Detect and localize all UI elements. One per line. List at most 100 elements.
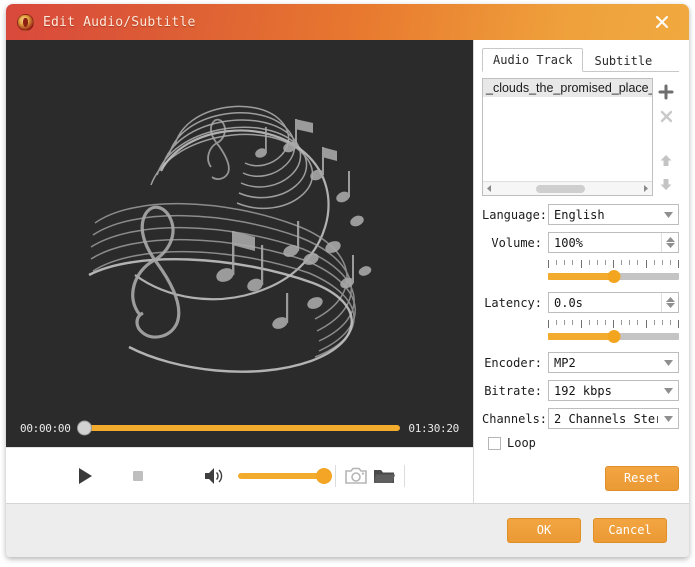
latency-spinner[interactable]: 0.0s xyxy=(548,292,679,313)
edit-audio-subtitle-dialog: Edit Audio/Subtitle 00:00:00 01:30:20 Au… xyxy=(6,4,689,557)
language-value: English xyxy=(554,207,605,222)
preview-pane: 00:00:00 01:30:20 xyxy=(6,40,474,503)
scroll-right-arrow[interactable] xyxy=(639,183,652,195)
latency-stepper[interactable] xyxy=(661,293,678,312)
encoder-select[interactable]: MP2 xyxy=(548,352,679,373)
window-title: Edit Audio/Subtitle xyxy=(43,14,196,30)
encoder-dropdown-arrow[interactable] xyxy=(658,359,678,366)
volume-slider-row xyxy=(482,260,679,284)
volume-icon xyxy=(204,467,223,484)
track-listbox[interactable]: _clouds_the_promised_place_ xyxy=(482,78,653,196)
reset-row: Reset xyxy=(482,466,679,503)
chevron-down-icon xyxy=(663,211,673,218)
chevron-down-icon xyxy=(663,387,673,394)
ok-button[interactable]: OK xyxy=(507,518,581,543)
latency-slider-ticks xyxy=(548,320,679,328)
stepper-up-icon xyxy=(665,237,675,242)
volume-slider-ticks xyxy=(548,260,679,268)
volume-range-slider[interactable] xyxy=(548,260,679,284)
volume-spinner[interactable]: 100% xyxy=(548,232,679,253)
divider xyxy=(404,464,405,487)
language-dropdown-arrow[interactable] xyxy=(658,211,678,218)
latency-range-slider[interactable] xyxy=(548,320,679,344)
stepper-down-icon xyxy=(665,243,675,248)
loop-label: Loop xyxy=(507,436,536,450)
timeline-bar: 00:00:00 01:30:20 xyxy=(6,409,473,447)
current-time-label: 00:00:00 xyxy=(20,421,71,435)
move-down-button[interactable] xyxy=(655,172,677,196)
cancel-button[interactable]: Cancel xyxy=(593,518,667,543)
move-up-button[interactable] xyxy=(655,148,677,172)
seek-slider[interactable] xyxy=(76,420,401,436)
close-button[interactable] xyxy=(643,4,681,40)
video-preview[interactable] xyxy=(6,40,473,409)
audio-settings-form: Language: English Volume: 100% Latency: … xyxy=(482,204,679,450)
horizontal-scrollbar[interactable] xyxy=(483,181,652,195)
scrollbar-trough[interactable] xyxy=(496,183,639,195)
scrollbar-thumb[interactable] xyxy=(536,184,585,193)
seek-rail xyxy=(78,425,401,431)
track-list-items: _clouds_the_promised_place_ xyxy=(483,79,652,181)
arrow-down-icon xyxy=(660,178,672,190)
latency-value[interactable]: 0.0s xyxy=(549,296,661,310)
tab-audio-track[interactable]: Audio Track xyxy=(482,48,584,72)
mute-button[interactable] xyxy=(200,461,229,491)
chevron-left-icon xyxy=(487,185,491,192)
channels-row: Channels: 2 Channels Stereo xyxy=(482,408,679,429)
app-logo-icon xyxy=(17,13,34,31)
volume-slider-handle[interactable] xyxy=(607,270,620,283)
camera-icon xyxy=(345,467,367,484)
volume-label: Volume: xyxy=(491,235,542,250)
chevron-right-icon xyxy=(644,185,648,192)
chevron-down-icon xyxy=(663,359,673,366)
tab-subtitle[interactable]: Subtitle xyxy=(583,49,663,72)
loop-row: Loop xyxy=(488,436,679,450)
list-item[interactable]: _clouds_the_promised_place_ xyxy=(483,79,652,97)
stepper-up-icon xyxy=(665,297,675,302)
arrow-up-icon xyxy=(660,154,672,166)
channels-dropdown-arrow[interactable] xyxy=(658,415,678,422)
bitrate-row: Bitrate: 192 kbps xyxy=(482,380,679,401)
track-list-actions xyxy=(653,78,679,196)
play-button[interactable] xyxy=(68,459,101,493)
tab-bar: Audio Track Subtitle xyxy=(482,48,679,72)
volume-slider-fill xyxy=(548,273,614,280)
volume-handle[interactable] xyxy=(316,467,332,484)
music-notes-swirl-illustration xyxy=(87,105,371,373)
playback-controls xyxy=(6,447,473,503)
snapshot-button[interactable] xyxy=(342,462,370,490)
bitrate-value: 192 kbps xyxy=(554,383,612,398)
reset-button[interactable]: Reset xyxy=(605,466,679,491)
seek-handle[interactable] xyxy=(76,420,92,436)
utility-controls xyxy=(329,462,459,490)
volume-slider[interactable] xyxy=(237,467,332,484)
loop-checkbox[interactable] xyxy=(488,436,501,450)
encoder-row: Encoder: MP2 xyxy=(482,352,679,373)
open-file-button[interactable] xyxy=(370,462,398,490)
close-x-icon xyxy=(660,110,672,122)
stop-icon xyxy=(132,470,143,481)
add-track-button[interactable] xyxy=(655,80,677,104)
remove-track-button[interactable] xyxy=(655,104,677,128)
stop-button[interactable] xyxy=(123,461,152,491)
track-list-row: _clouds_the_promised_place_ xyxy=(482,78,679,196)
volume-value[interactable]: 100% xyxy=(549,236,661,250)
latency-slider-row xyxy=(482,320,679,344)
encoder-label: Encoder: xyxy=(484,355,542,370)
scroll-left-arrow[interactable] xyxy=(483,183,496,195)
bitrate-select[interactable]: 192 kbps xyxy=(548,380,679,401)
channels-select[interactable]: 2 Channels Stereo xyxy=(548,408,679,429)
dialog-footer: OK Cancel xyxy=(6,503,689,557)
volume-stepper[interactable] xyxy=(661,233,678,252)
latency-row: Latency: 0.0s xyxy=(482,292,679,313)
latency-slider-handle[interactable] xyxy=(607,330,620,343)
language-select[interactable]: English xyxy=(548,204,679,225)
volume-row: Volume: 100% xyxy=(482,232,679,253)
bitrate-label: Bitrate: xyxy=(484,383,542,398)
play-icon xyxy=(78,467,92,484)
chevron-down-icon xyxy=(663,415,673,422)
channels-value: 2 Channels Stereo xyxy=(554,411,658,426)
latency-slider-fill xyxy=(548,333,614,340)
bitrate-dropdown-arrow[interactable] xyxy=(658,387,678,394)
divider xyxy=(335,464,336,487)
